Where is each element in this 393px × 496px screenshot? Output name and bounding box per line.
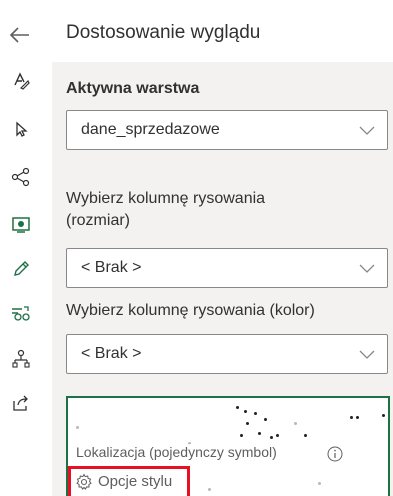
map-point	[294, 422, 297, 425]
hierarchy-icon[interactable]	[10, 348, 32, 370]
header: Dostosowanie wyglądu	[0, 0, 393, 70]
style-options-label: Opcje stylu	[98, 473, 173, 490]
size-column-value: < Brak >	[81, 259, 142, 276]
chevron-down-icon	[359, 350, 375, 359]
map-point	[240, 434, 243, 437]
active-layer-value: dane_sprzedazowe	[81, 121, 220, 138]
group-icon[interactable]	[10, 302, 32, 324]
pencil-icon[interactable]	[10, 258, 32, 280]
active-layer-dropdown[interactable]: dane_sprzedazowe	[66, 110, 388, 150]
map-preview[interactable]: Lokalizacja (pojedynczy symbol) Opcje st…	[66, 396, 390, 496]
map-point	[254, 412, 257, 415]
map-point	[350, 416, 353, 419]
shield-icon[interactable]	[10, 214, 32, 236]
color-column-dropdown[interactable]: < Brak >	[66, 334, 388, 374]
map-point	[382, 414, 385, 417]
info-icon[interactable]	[327, 446, 343, 462]
side-rail	[0, 62, 40, 496]
format-icon[interactable]	[10, 70, 32, 92]
map-point	[276, 434, 279, 437]
select-icon[interactable]	[10, 118, 32, 140]
map-point	[270, 436, 273, 439]
size-column-label-line2: (rozmiar)	[66, 212, 130, 229]
gear-icon	[76, 473, 92, 490]
chevron-down-icon	[359, 264, 375, 273]
share-icon[interactable]	[10, 392, 32, 414]
size-column-label-line1: Wybierz kolumnę rysowania	[66, 190, 266, 207]
color-column-label: Wybierz kolumnę rysowania (kolor)	[66, 302, 315, 319]
active-layer-label: Aktywna warstwa	[66, 80, 200, 97]
style-options-button[interactable]: Opcje stylu	[68, 466, 190, 496]
map-point	[76, 426, 79, 429]
map-point	[356, 416, 359, 419]
location-symbol-label: Lokalizacja (pojedynczy symbol)	[76, 444, 277, 460]
map-point	[318, 482, 321, 485]
map-point	[264, 418, 267, 421]
map-point	[304, 434, 307, 437]
color-column-value: < Brak >	[81, 345, 142, 362]
map-point	[208, 488, 211, 491]
map-point	[246, 422, 249, 425]
page-title: Dostosowanie wyglądu	[66, 22, 261, 43]
map-point	[258, 432, 261, 435]
connect-icon[interactable]	[10, 166, 32, 188]
size-column-dropdown[interactable]: < Brak >	[66, 248, 388, 288]
chevron-down-icon	[359, 126, 375, 135]
back-arrow-icon	[9, 27, 29, 43]
map-point	[236, 406, 239, 409]
map-point	[244, 410, 247, 413]
back-button[interactable]	[4, 20, 34, 50]
size-column-label: Wybierz kolumnę rysowania (rozmiar)	[66, 188, 265, 232]
